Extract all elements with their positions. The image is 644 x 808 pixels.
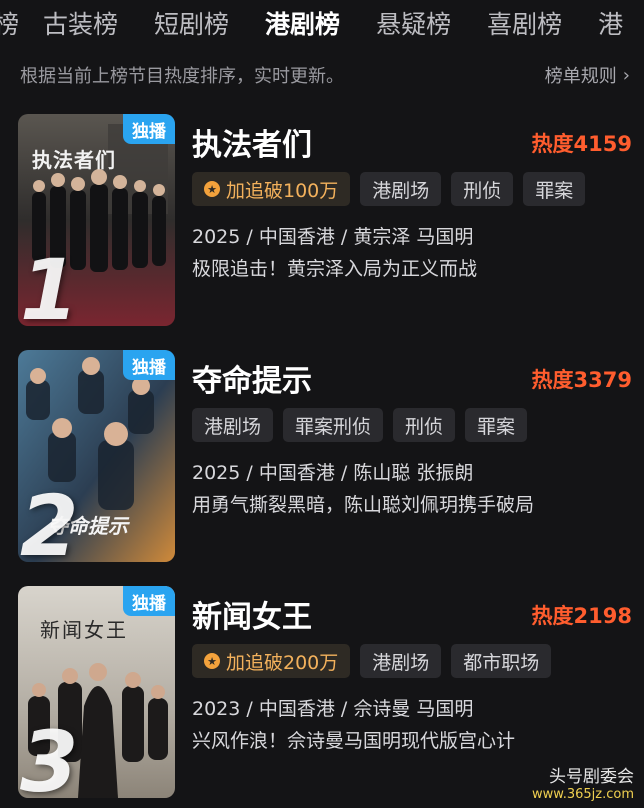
rank-number: 1 bbox=[20, 241, 79, 326]
follow-tag-label: 加追破100万 bbox=[226, 179, 339, 202]
tab-partial-right[interactable]: 港 bbox=[598, 5, 623, 41]
ranking-hint: 根据当前上榜节目热度排序，实时更新。 bbox=[20, 66, 344, 87]
list-item[interactable]: 执法者们 独播 1 执法者们 热度4159 ★ 加追破100万 港剧场 刑侦 罪… bbox=[18, 114, 634, 326]
star-icon: ★ bbox=[204, 653, 220, 669]
tab-partial-left[interactable]: 榜 bbox=[0, 5, 19, 41]
exclusive-badge: 独播 bbox=[123, 586, 175, 616]
rank-number: 2 bbox=[20, 477, 79, 562]
show-title[interactable]: 执法者们 bbox=[192, 120, 312, 164]
tab-suspense[interactable]: 悬疑榜 bbox=[376, 5, 451, 41]
genre-tag: 刑侦 bbox=[393, 408, 456, 442]
show-meta: 2025 / 中国香港 / 陈山聪 张振朗 bbox=[192, 462, 474, 484]
tab-comedy[interactable]: 喜剧榜 bbox=[487, 5, 562, 41]
follow-tag: ★ 加追破100万 bbox=[192, 172, 351, 206]
exclusive-badge: 独播 bbox=[123, 114, 175, 144]
tab-costume[interactable]: 古装榜 bbox=[43, 5, 118, 41]
star-icon: ★ bbox=[204, 181, 220, 197]
heat-score: 热度3379 bbox=[531, 368, 632, 392]
ranking-rules-link[interactable]: 榜单规则 › bbox=[545, 62, 630, 88]
rules-label: 榜单规则 bbox=[544, 66, 617, 87]
follow-tag-label: 加追破200万 bbox=[226, 651, 339, 674]
show-meta: 2023 / 中国香港 / 佘诗曼 马国明 bbox=[192, 698, 474, 720]
watermark: 头号剧委会 www.365jz.com bbox=[532, 768, 634, 804]
watermark-name: 头号剧委会 bbox=[549, 767, 634, 787]
list-item[interactable]: 夺命提示 独播 2 夺命提示 热度3379 港剧场 罪案刑侦 刑侦 罪案 202… bbox=[18, 350, 634, 562]
list-item[interactable]: 新闻女王 独播 3 新闻女王 热度2198 ★ 加追破200万 港剧场 都市职场… bbox=[18, 586, 634, 798]
show-description: 极限追击！黄宗泽入局为正义而战 bbox=[192, 258, 478, 280]
heat-score: 热度2198 bbox=[531, 604, 632, 628]
genre-tag: 罪案刑侦 bbox=[283, 408, 384, 442]
follow-tag: ★ 加追破200万 bbox=[192, 644, 351, 678]
show-meta: 2025 / 中国香港 / 黄宗泽 马国明 bbox=[192, 226, 474, 248]
genre-tag: 刑侦 bbox=[451, 172, 514, 206]
show-description: 兴风作浪！佘诗曼马国明现代版宫心计 bbox=[192, 730, 516, 752]
poster-image[interactable]: 新闻女王 独播 3 bbox=[18, 586, 175, 798]
genre-tag: 港剧场 bbox=[192, 408, 274, 442]
tag-list: ★ 加追破200万 港剧场 都市职场 bbox=[192, 644, 561, 678]
item-info: 执法者们 热度4159 ★ 加追破100万 港剧场 刑侦 罪案 2025 / 中… bbox=[192, 114, 634, 326]
poster-title-logo: 执法者们 bbox=[32, 148, 116, 172]
genre-tag: 都市职场 bbox=[451, 644, 552, 678]
show-description: 用勇气撕裂黑暗，陈山聪刘佩玥携手破局 bbox=[192, 494, 535, 516]
rank-number: 3 bbox=[20, 713, 79, 798]
show-title[interactable]: 新闻女王 bbox=[192, 592, 312, 636]
tab-short-drama[interactable]: 短剧榜 bbox=[154, 5, 229, 41]
genre-tag: 港剧场 bbox=[360, 644, 442, 678]
item-info: 夺命提示 热度3379 港剧场 罪案刑侦 刑侦 罪案 2025 / 中国香港 /… bbox=[192, 350, 634, 562]
ranking-subbar: 根据当前上榜节目热度排序，实时更新。 榜单规则 › bbox=[20, 60, 630, 90]
genre-tag: 罪案 bbox=[465, 408, 528, 442]
tab-hk-drama[interactable]: 港剧榜 bbox=[265, 5, 340, 41]
category-tabs: 榜 古装榜 短剧榜 港剧榜 悬疑榜 喜剧榜 港 bbox=[0, 0, 644, 46]
poster-image[interactable]: 夺命提示 独播 2 bbox=[18, 350, 175, 562]
genre-tag: 罪案 bbox=[523, 172, 586, 206]
watermark-url: www.365jz.com bbox=[532, 787, 634, 802]
tag-list: ★ 加追破100万 港剧场 刑侦 罪案 bbox=[192, 172, 595, 206]
exclusive-badge: 独播 bbox=[123, 350, 175, 380]
chevron-right-icon: › bbox=[622, 64, 630, 86]
genre-tag: 港剧场 bbox=[360, 172, 442, 206]
heat-score: 热度4159 bbox=[531, 132, 632, 156]
show-title[interactable]: 夺命提示 bbox=[192, 356, 312, 400]
poster-image[interactable]: 执法者们 独播 1 bbox=[18, 114, 175, 326]
poster-title-logo: 新闻女王 bbox=[40, 618, 128, 642]
tag-list: 港剧场 罪案刑侦 刑侦 罪案 bbox=[192, 408, 537, 442]
